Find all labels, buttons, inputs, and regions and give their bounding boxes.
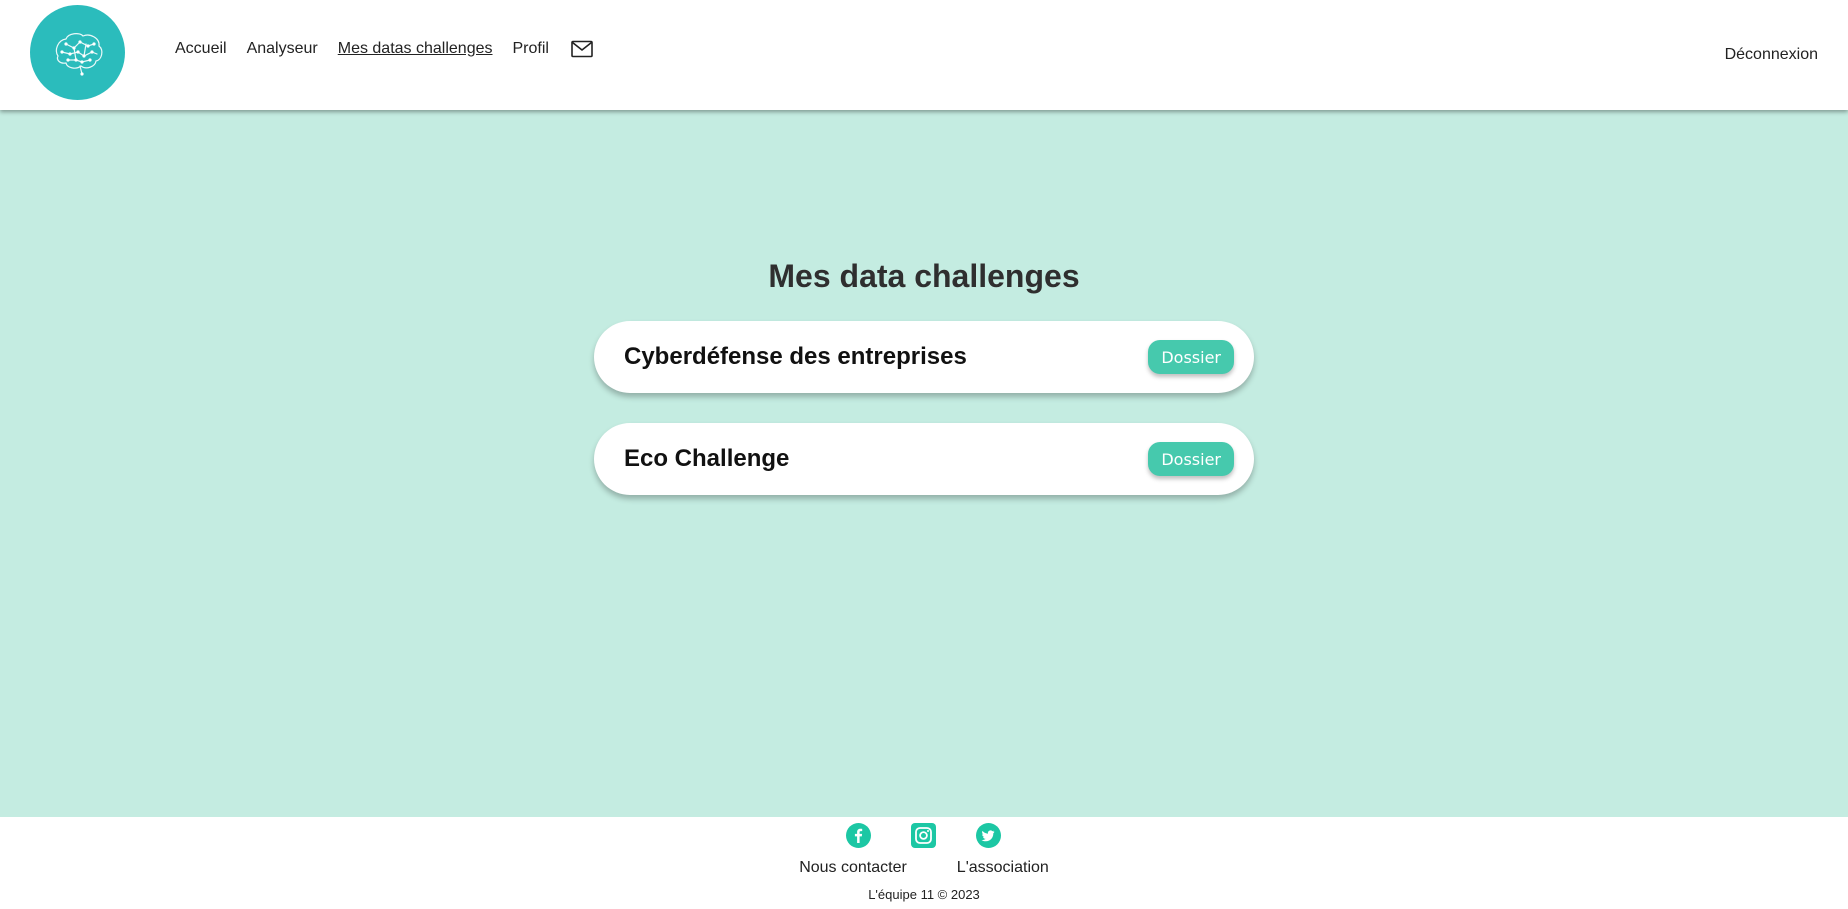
mail-icon[interactable] <box>571 40 593 58</box>
nav-link-profile[interactable]: Profil <box>513 40 549 58</box>
footer-links: Nous contacter L'association <box>0 859 1848 877</box>
challenge-title: Cyberdéfense des entreprises <box>624 343 967 370</box>
logout-link[interactable]: Déconnexion <box>1725 46 1818 64</box>
main-content: Mes data challenges Cyberdéfense des ent… <box>0 110 1848 817</box>
page-title: Mes data challenges <box>768 258 1080 294</box>
challenge-card: Cyberdéfense des entreprises Dossier <box>594 321 1254 393</box>
social-links <box>846 823 1001 848</box>
copyright-text: L'équipe 11 © 2023 <box>868 887 980 902</box>
site-logo[interactable] <box>30 5 125 100</box>
association-link[interactable]: L'association <box>957 859 1049 877</box>
twitter-icon[interactable] <box>976 823 1001 848</box>
nav-link-my-challenges[interactable]: Mes datas challenges <box>338 40 493 58</box>
nav-link-analyzer[interactable]: Analyseur <box>247 40 318 58</box>
facebook-icon[interactable] <box>846 823 871 848</box>
dossier-button[interactable]: Dossier <box>1148 442 1234 476</box>
footer: Nous contacter L'association L'équipe 11… <box>0 817 1848 909</box>
challenge-title: Eco Challenge <box>624 445 790 472</box>
top-navbar: Accueil Analyseur Mes datas challenges P… <box>0 0 1848 110</box>
dossier-button[interactable]: Dossier <box>1148 340 1234 374</box>
instagram-icon[interactable] <box>911 823 936 848</box>
brain-circuit-icon <box>55 32 102 76</box>
main-nav: Accueil Analyseur Mes datas challenges P… <box>175 40 593 58</box>
contact-link[interactable]: Nous contacter <box>799 859 907 877</box>
challenge-card: Eco Challenge Dossier <box>594 423 1254 495</box>
nav-link-home[interactable]: Accueil <box>175 40 227 58</box>
